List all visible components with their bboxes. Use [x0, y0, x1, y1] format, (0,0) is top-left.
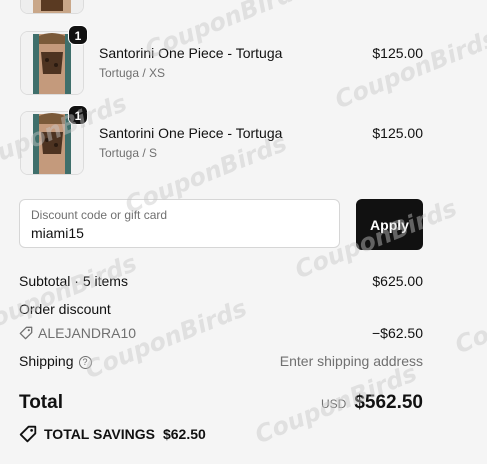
item-title: Santorini One Piece - Tortuga — [99, 125, 283, 141]
item-title: Santorini One Piece - Tortuga — [99, 45, 283, 61]
discount-field-label: Discount code or gift card — [31, 208, 168, 222]
shipping-value: Enter shipping address — [279, 353, 423, 369]
cart-item: 1 Santorini One Piece - Tortuga Tortuga … — [20, 25, 423, 95]
discount-code-name: ALEJANDRA10 — [38, 325, 137, 341]
discount-code-row: ALEJANDRA10 −$62.50 — [19, 325, 423, 341]
item-variant: Tortuga / XS — [99, 66, 166, 80]
cart-item-partial — [20, 0, 423, 14]
question-circle-icon[interactable]: ? — [78, 355, 92, 369]
subtotal-value: $625.00 — [372, 273, 423, 289]
item-variant: Tortuga / S — [99, 146, 158, 160]
currency-code: USD — [320, 397, 347, 411]
total-amount-group: USD $562.50 — [321, 392, 423, 414]
shipping-label: Shipping — [19, 353, 74, 369]
order-discount-label: Order discount — [19, 301, 111, 317]
item-price: $125.00 — [372, 125, 423, 141]
savings-value: $62.50 — [162, 426, 206, 442]
subtotal-row: Subtotal · 5 items $625.00 — [19, 273, 423, 289]
watermark: CouponBirds — [451, 268, 487, 360]
discount-field-value[interactable]: miami15 — [31, 225, 84, 241]
tag-icon — [19, 425, 37, 443]
order-discount-row: Order discount — [19, 301, 423, 317]
shipping-row: Shipping? Enter shipping address — [19, 353, 423, 369]
discount-amount: −$62.50 — [372, 325, 423, 341]
savings-label: TOTAL SAVINGS — [44, 426, 155, 442]
apply-button[interactable]: Apply — [356, 199, 423, 250]
quantity-badge: 1 — [68, 25, 88, 45]
total-label: Total — [19, 392, 63, 413]
item-price: $125.00 — [372, 45, 423, 61]
quantity-badge: 1 — [68, 105, 88, 125]
tag-icon — [19, 326, 33, 340]
total-savings-row: TOTAL SAVINGS $62.50 — [19, 425, 206, 443]
product-image — [20, 0, 84, 14]
total-amount: $562.50 — [354, 392, 423, 413]
discount-code-field[interactable]: Discount code or gift card miami15 — [19, 199, 340, 248]
subtotal-label: Subtotal · 5 items — [19, 273, 128, 289]
cart-item: 1 Santorini One Piece - Tortuga Tortuga … — [20, 105, 423, 175]
